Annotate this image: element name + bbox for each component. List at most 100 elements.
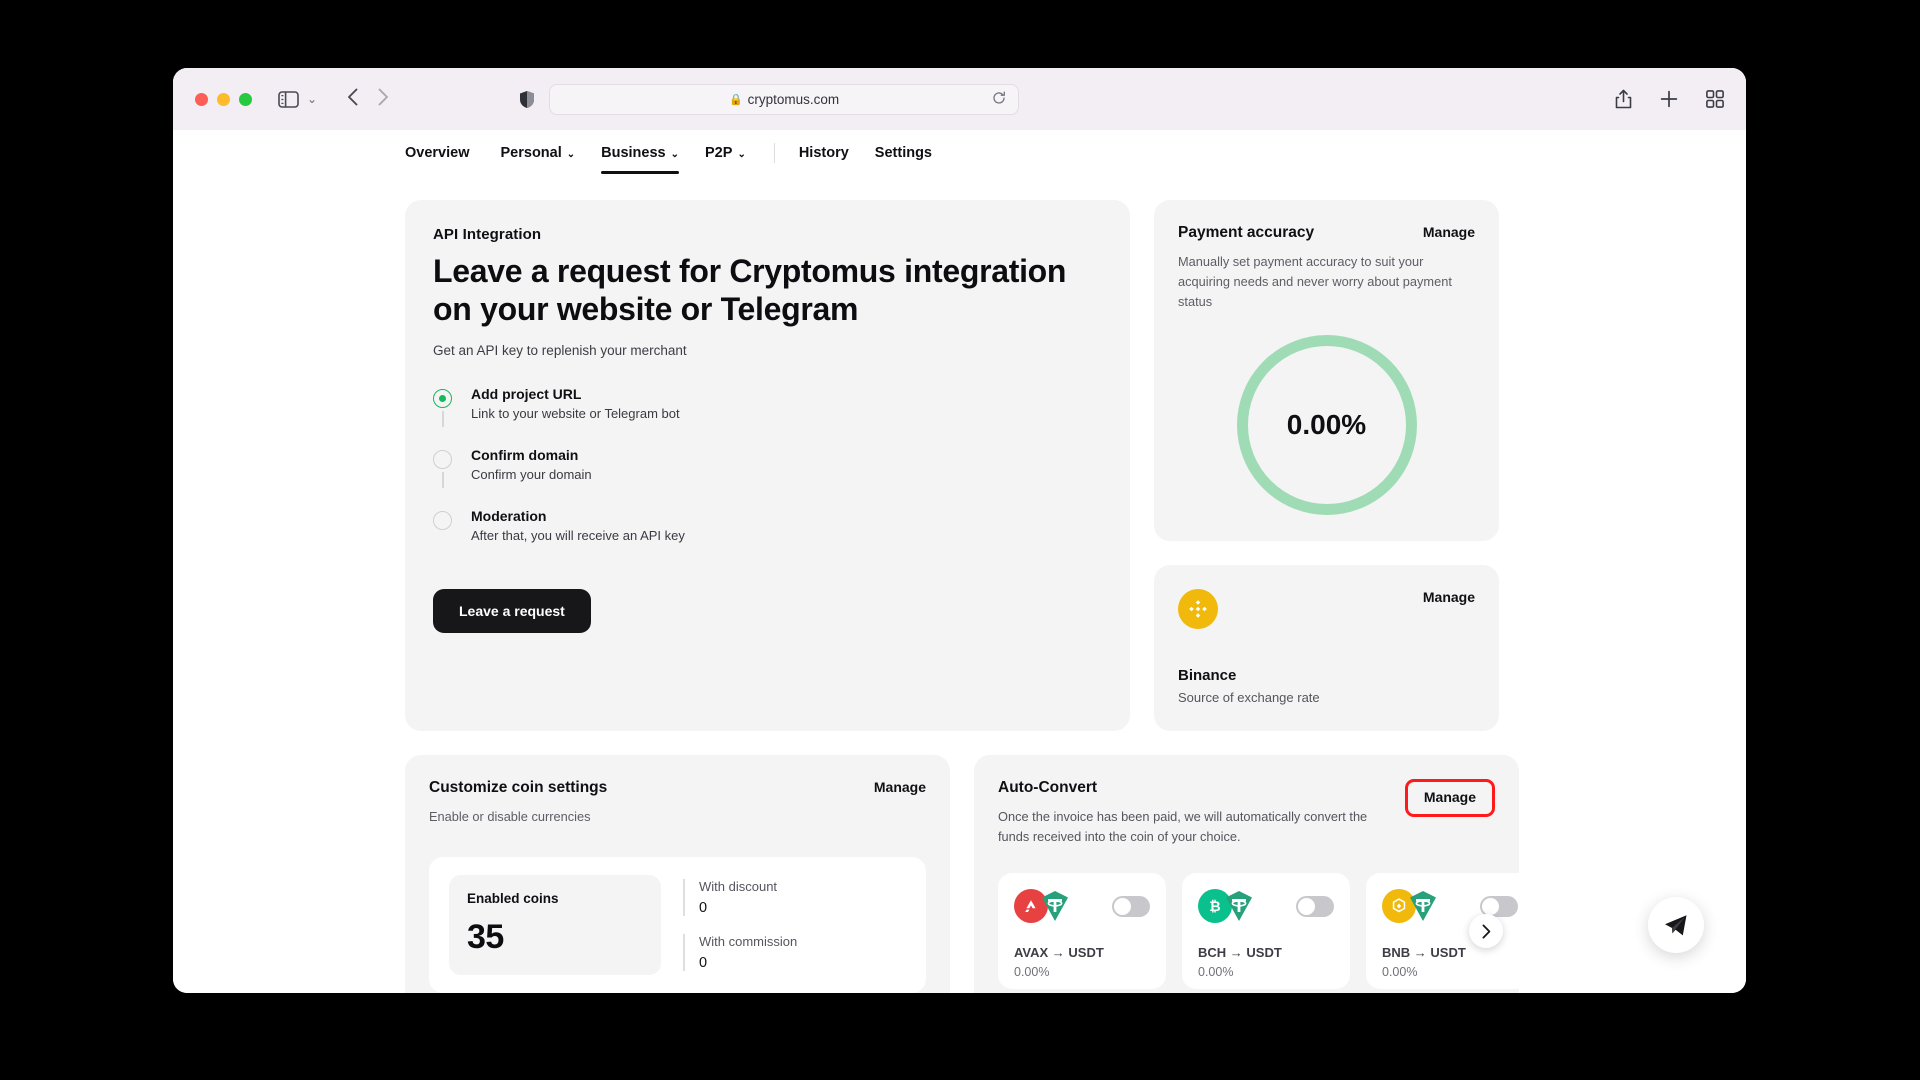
reload-icon[interactable] <box>992 91 1006 108</box>
card-header: Customize coin settings Enable or disabl… <box>429 779 926 827</box>
payment-accuracy-gauge: 0.00% <box>1178 335 1475 516</box>
pair-percent: 0.00% <box>1198 965 1234 980</box>
toggle-knob <box>1482 897 1499 915</box>
pair-icons: ₿ <box>1198 889 1260 924</box>
nav-label: Settings <box>874 145 932 161</box>
page-content: API Integration Leave a request for Cryp… <box>173 176 1746 993</box>
stat-label: With discount <box>699 879 778 895</box>
lock-icon: 🔒 <box>728 93 743 106</box>
maximize-window-button[interactable] <box>239 92 252 106</box>
chevron-down-icon: ⌄ <box>670 148 680 160</box>
stat-value: 0 <box>699 955 708 972</box>
pair-card-header <box>1014 889 1150 924</box>
forward-button[interactable] <box>368 88 399 110</box>
nav-item-business[interactable]: Business ⌄ <box>601 133 680 174</box>
nav-label: P2P <box>705 145 733 161</box>
api-integration-kicker: API Integration <box>433 226 542 243</box>
telegram-support-button[interactable] <box>1648 897 1704 953</box>
minimize-window-button[interactable] <box>217 92 230 106</box>
accuracy-donut-ring: 0.00% <box>1236 335 1417 516</box>
toggle-knob <box>1114 897 1131 915</box>
carousel-next-button[interactable] <box>1469 914 1503 949</box>
chevron-down-icon: ⌄ <box>737 148 746 160</box>
pair-label: AVAX → USDT <box>1014 945 1104 961</box>
auto-convert-pair-card[interactable]: ₿ BCH → USDT 0.00% <box>1182 873 1350 990</box>
exchange-source-manage-button[interactable]: Manage <box>1423 589 1475 605</box>
stat-with-discount: With discount 0 <box>683 879 906 917</box>
pair-toggle[interactable] <box>1112 895 1150 917</box>
usdt-icon <box>1222 889 1256 923</box>
card-header: Auto-Convert Once the invoice has been p… <box>998 779 1495 847</box>
accuracy-value: 0.00% <box>1286 409 1367 441</box>
api-step: Confirm domain Confirm your domain <box>433 447 1102 508</box>
step-status-icon <box>433 510 452 530</box>
step-title: Add project URL <box>471 385 582 402</box>
stat-with-commission: With commission 0 <box>683 934 906 972</box>
step-text: Confirm domain Confirm your domain <box>471 447 592 482</box>
coin-settings-stats: With discount 0 With commission 0 <box>683 875 906 975</box>
card-header-text: Auto-Convert Once the invoice has been p… <box>998 779 1378 847</box>
address-bar[interactable]: 🔒 cryptomus.com <box>549 83 1020 115</box>
step-description: Link to your website or Telegram bot <box>471 405 680 421</box>
payment-accuracy-manage-button[interactable]: Manage <box>1423 224 1475 240</box>
step-status-icon <box>433 388 452 408</box>
toggle-knob <box>1298 897 1315 915</box>
api-integration-title: Leave a request for Cryptomus integratio… <box>433 253 1067 327</box>
stat-label: With commission <box>699 934 798 950</box>
pair-percent: 0.00% <box>1382 965 1418 980</box>
step-title: Moderation <box>471 507 547 524</box>
pair-percent: 0.00% <box>1014 965 1050 980</box>
auto-convert-pairs-carousel: AVAX → USDT 0.00% ₿ BCH → USDT 0.00% BNB… <box>998 873 1519 990</box>
top-section: API Integration Leave a request for Cryp… <box>173 176 1746 732</box>
chevron-down-icon[interactable]: ⌄ <box>303 92 321 106</box>
auto-convert-pair-card[interactable]: AVAX → USDT 0.00% <box>998 873 1166 990</box>
api-steps-list: Add project URL Link to your website or … <box>433 386 1102 543</box>
enabled-coins-label: Enabled coins <box>467 891 559 907</box>
customize-coin-settings-card: Customize coin settings Enable or disabl… <box>405 755 950 993</box>
nav-item-p2p[interactable]: P2P ⌄ <box>705 133 746 173</box>
usdt-icon <box>1038 889 1072 923</box>
nav-label: History <box>798 145 849 161</box>
api-step: Add project URL Link to your website or … <box>433 386 1102 447</box>
auto-convert-description: Once the invoice has been paid, we will … <box>998 809 1368 845</box>
exchange-source-name: Binance <box>1178 667 1237 685</box>
payment-accuracy-description: Manually set payment accuracy to suit yo… <box>1178 254 1452 309</box>
nav-label: Overview <box>405 145 470 161</box>
pair-icons <box>1014 889 1076 924</box>
step-description: After that, you will receive an API key <box>471 527 685 543</box>
auto-convert-title: Auto-Convert <box>998 779 1098 797</box>
api-integration-subtitle: Get an API key to replenish your merchan… <box>433 342 687 358</box>
step-text: Moderation After that, you will receive … <box>471 508 685 543</box>
step-text: Add project URL Link to your website or … <box>471 386 680 421</box>
usdt-icon <box>1406 889 1440 923</box>
leave-a-request-button[interactable]: Leave a request <box>433 588 591 633</box>
grid-icon[interactable] <box>1706 90 1724 108</box>
step-connector <box>442 410 444 427</box>
enabled-coins-box: Enabled coins 35 <box>449 875 661 976</box>
url-text: cryptomus.com <box>747 91 840 107</box>
card-header-text: Customize coin settings Enable or disabl… <box>429 779 607 827</box>
exchange-source-card: Manage Binance Source of exchange rate <box>1154 565 1499 732</box>
nav-item-history[interactable]: History <box>799 133 849 173</box>
sidebar-toggle-icon[interactable] <box>278 90 299 108</box>
share-icon[interactable] <box>1615 89 1632 109</box>
api-integration-card: API Integration Leave a request for Cryp… <box>405 200 1130 732</box>
step-connector <box>442 471 444 488</box>
screen: ⌄ 🔒 cryptomus.com Overview Personal ⌄ Bu… <box>0 0 1920 1080</box>
coin-settings-manage-button[interactable]: Manage <box>874 779 926 795</box>
back-button[interactable] <box>337 88 368 110</box>
step-marker <box>433 386 453 427</box>
nav-item-settings[interactable]: Settings <box>875 133 932 173</box>
payment-accuracy-title: Payment accuracy <box>1178 224 1315 241</box>
pair-toggle[interactable] <box>1296 895 1334 917</box>
bottom-section: Customize coin settings Enable or disabl… <box>173 731 1746 993</box>
nav-item-personal[interactable]: Personal ⌄ <box>501 133 576 173</box>
close-window-button[interactable] <box>195 92 208 106</box>
exchange-source-description: Source of exchange rate <box>1178 690 1320 706</box>
shield-icon[interactable] <box>519 90 535 109</box>
auto-convert-manage-button[interactable]: Manage <box>1404 779 1495 818</box>
plus-icon[interactable] <box>1660 90 1678 108</box>
nav-item-overview[interactable]: Overview <box>405 133 475 173</box>
binance-icon <box>1178 589 1218 630</box>
auto-convert-manage-label: Manage <box>1423 789 1476 806</box>
